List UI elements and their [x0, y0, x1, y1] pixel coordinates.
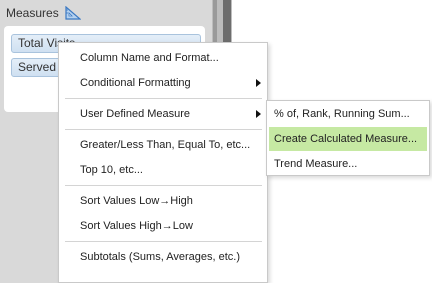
- user-defined-measure-submenu: % of, Rank, Running Sum... Create Calcul…: [266, 100, 430, 176]
- menu-separator: [65, 129, 262, 130]
- measures-header: Measures: [6, 4, 81, 22]
- submenu-item-label: Trend Measure...: [274, 158, 358, 170]
- menu-item-label: Sort Values Low→High: [80, 195, 193, 207]
- submenu-item-percent-rank-running-sum[interactable]: % of, Rank, Running Sum...: [269, 102, 427, 126]
- submenu-item-create-calculated-measure[interactable]: Create Calculated Measure...: [269, 127, 427, 151]
- submenu-arrow-icon: [256, 110, 261, 118]
- context-menu: Column Name and Format... Conditional Fo…: [58, 42, 268, 283]
- submenu-item-label: % of, Rank, Running Sum...: [274, 108, 410, 120]
- menu-item-label: Column Name and Format...: [80, 52, 219, 64]
- menu-item-label: Conditional Formatting: [80, 77, 191, 89]
- menu-item-label: Greater/Less Than, Equal To, etc...: [80, 139, 251, 151]
- menu-item-label: User Defined Measure: [80, 108, 191, 120]
- menu-item-subtotals[interactable]: Subtotals (Sums, Averages, etc.): [59, 244, 267, 270]
- menu-item-label: Top 10, etc...: [80, 164, 143, 176]
- menu-separator: [65, 241, 262, 242]
- submenu-item-trend-measure[interactable]: Trend Measure...: [269, 152, 427, 176]
- submenu-arrow-icon: [256, 79, 261, 87]
- menu-item-sort-high-low[interactable]: Sort Values High→Low: [59, 213, 267, 239]
- menu-item-greater-less-than[interactable]: Greater/Less Than, Equal To, etc...: [59, 132, 267, 158]
- ruler-triangle-icon[interactable]: [65, 6, 81, 20]
- menu-item-column-name-format[interactable]: Column Name and Format...: [59, 45, 267, 71]
- screen: Measures Total Visits Served Column Name…: [0, 0, 432, 283]
- menu-item-label: Sort Values High→Low: [80, 220, 193, 232]
- menu-separator: [65, 185, 262, 186]
- menu-separator: [65, 98, 262, 99]
- menu-item-top-10[interactable]: Top 10, etc...: [59, 157, 267, 183]
- menu-item-label: Subtotals (Sums, Averages, etc.): [80, 251, 240, 263]
- menu-item-user-defined-measure[interactable]: User Defined Measure: [59, 101, 267, 127]
- menu-item-conditional-formatting[interactable]: Conditional Formatting: [59, 70, 267, 96]
- submenu-item-label: Create Calculated Measure...: [274, 133, 418, 145]
- measures-title: Measures: [6, 6, 59, 20]
- menu-item-sort-low-high[interactable]: Sort Values Low→High: [59, 188, 267, 214]
